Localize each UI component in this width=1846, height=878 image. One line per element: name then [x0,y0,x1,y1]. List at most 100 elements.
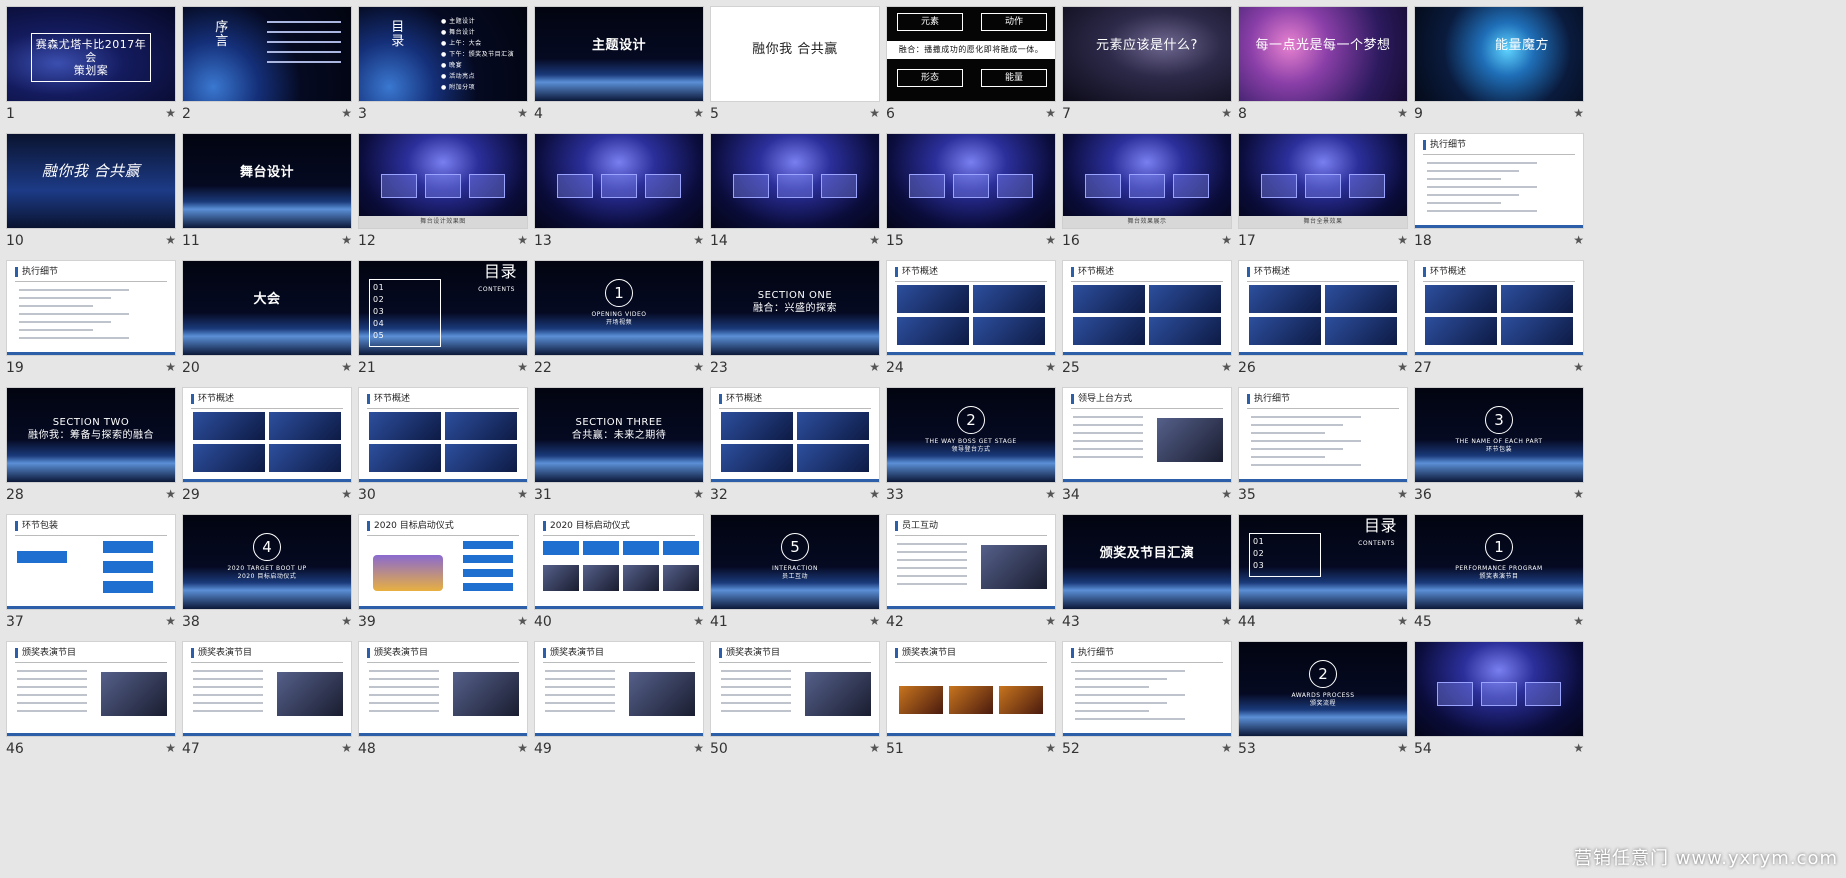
slide-cell-13[interactable]: 13 ★ [524,123,714,263]
slide-thumbnail[interactable]: 目录 ● 主题设计 ● 舞台设计 ● 上午：大会 ● 下午：颁奖及节目汇演 ● 晚宴 ● 活… [358,6,528,102]
slide-thumbnail[interactable]: 颁奖表演节目 [534,641,704,737]
slide-cell-19[interactable]: 执行细节 19 ★ [0,250,186,390]
slide-thumbnail[interactable]: 舞台设计效果图 [358,133,528,229]
slide-thumbnail[interactable]: 颁奖表演节目 [358,641,528,737]
slide-cell-34[interactable]: 领导上台方式 34 ★ [1052,377,1242,517]
slide-thumbnail[interactable]: 环节概述 [1414,260,1584,356]
slide-thumbnail[interactable]: 1 PERFORMANCE PROGRAM 颁奖表演节目 [1414,514,1584,610]
slide-cell-4[interactable]: 主题设计 4 ★ [524,0,714,136]
slide-cell-46[interactable]: 颁奖表演节目 46 ★ [0,631,186,771]
slide-cell-8[interactable]: 每一点光是每一个梦想 8 ★ [1228,0,1418,136]
slide-thumbnail[interactable]: 1 OPENING VIDEO 开场视频 [534,260,704,356]
slide-thumbnail[interactable]: 2 THE WAY BOSS GET STAGE 领导登台方式 [886,387,1056,483]
slide-thumbnail[interactable]: 2020 目标启动仪式 [358,514,528,610]
slide-cell-29[interactable]: 环节概述 29 ★ [172,377,362,517]
slide-thumbnail[interactable]: SECTION THREE 合共赢：未来之期待 [534,387,704,483]
slide-thumbnail[interactable]: 环节概述 [1238,260,1408,356]
slide-thumbnail[interactable]: 颁奖表演节目 [710,641,880,737]
slide-cell-38[interactable]: 4 2020 TARGET BOOT UP 2020 目标启动仪式 38 ★ [172,504,362,644]
slide-cell-32[interactable]: 环节概述 32 ★ [700,377,890,517]
slide-cell-11[interactable]: 舞台设计 11 ★ [172,123,362,263]
slide-thumbnail[interactable]: 颁奖表演节目 [182,641,352,737]
animation-star-icon[interactable]: ★ [1573,360,1584,374]
slide-thumbnail[interactable]: 环节包装 [6,514,176,610]
slide-cell-1[interactable]: 赛森尤塔卡比2017年会 策划案 1 ★ [0,0,186,136]
slide-thumbnail[interactable]: 颁奖及节目汇演 [1062,514,1232,610]
slide-cell-9[interactable]: 能量魔方 9 ★ [1404,0,1594,136]
slide-cell-3[interactable]: 目录 ● 主题设计 ● 舞台设计 ● 上午：大会 ● 下午：颁奖及节目汇演 ● 晚宴 ● 活… [348,0,538,136]
slide-thumbnail[interactable]: 环节概述 [358,387,528,483]
slide-cell-21[interactable]: 目录 CONTENTS 01 02 03 04 05 21 ★ [348,250,538,390]
slide-cell-51[interactable]: 颁奖表演节目 51 ★ [876,631,1066,771]
slide-thumbnail[interactable]: 员工互动 [886,514,1056,610]
slide-thumbnail[interactable]: 颁奖表演节目 [886,641,1056,737]
slide-thumbnail[interactable]: 环节概述 [886,260,1056,356]
slide-cell-16[interactable]: 舞台效果展示 16 ★ [1052,123,1242,263]
slide-thumbnail[interactable]: 执行细节 [1238,387,1408,483]
slide-cell-12[interactable]: 舞台设计效果图 12 ★ [348,123,538,263]
slide-thumbnail[interactable]: 融你我 合共赢 [710,6,880,102]
slide-thumbnail[interactable]: 元素应该是什么? [1062,6,1232,102]
slide-thumbnail[interactable]: 环节概述 [710,387,880,483]
slide-cell-10[interactable]: 融你我 合共赢 10 ★ [0,123,186,263]
slide-cell-42[interactable]: 员工互动 42 ★ [876,504,1066,644]
animation-star-icon[interactable]: ★ [1573,487,1584,501]
slide-thumbnail[interactable]: SECTION TWO 融你我：筹备与探索的融合 [6,387,176,483]
slide-cell-48[interactable]: 颁奖表演节目 48 ★ [348,631,538,771]
slide-thumbnail[interactable]: 主题设计 [534,6,704,102]
slide-thumbnail[interactable] [710,133,880,229]
slide-cell-22[interactable]: 1 OPENING VIDEO 开场视频 22 ★ [524,250,714,390]
slide-cell-44[interactable]: 目录 CONTENTS 01 02 03 44 ★ [1228,504,1418,644]
slide-thumbnail[interactable]: 赛森尤塔卡比2017年会 策划案 [6,6,176,102]
slide-cell-18[interactable]: 执行细节 18 ★ [1404,123,1594,263]
slide-cell-50[interactable]: 颁奖表演节目 50 ★ [700,631,890,771]
slide-thumbnail[interactable]: 舞台全景效果 [1238,133,1408,229]
slide-thumbnail[interactable]: 5 INTERACTION 员工互动 [710,514,880,610]
slide-thumbnail[interactable]: 每一点光是每一个梦想 [1238,6,1408,102]
slide-cell-30[interactable]: 环节概述 30 ★ [348,377,538,517]
slide-thumbnail[interactable]: 融你我 合共赢 [6,133,176,229]
slide-thumbnail[interactable]: 大会 [182,260,352,356]
slide-thumbnail[interactable]: 领导上台方式 [1062,387,1232,483]
slide-thumbnail[interactable]: 目录 CONTENTS 01 02 03 [1238,514,1408,610]
slide-cell-14[interactable]: 14 ★ [700,123,890,263]
slide-thumbnail[interactable]: 环节概述 [1062,260,1232,356]
slide-cell-23[interactable]: SECTION ONE 融合：兴盛的探索 23 ★ [700,250,890,390]
slide-cell-15[interactable]: 15 ★ [876,123,1066,263]
slide-thumbnail[interactable]: 颁奖表演节目 [6,641,176,737]
slide-cell-53[interactable]: 2 AWARDS PROCESS 颁奖流程 53 ★ [1228,631,1418,771]
slide-thumbnail[interactable]: 目录 CONTENTS 01 02 03 04 05 [358,260,528,356]
slide-thumbnail[interactable]: 3 THE NAME OF EACH PART 环节包装 [1414,387,1584,483]
slide-thumbnail[interactable]: 能量魔方 [1414,6,1584,102]
slide-cell-7[interactable]: 元素应该是什么? 7 ★ [1052,0,1242,136]
slide-cell-25[interactable]: 环节概述 25 ★ [1052,250,1242,390]
slide-thumbnail[interactable] [534,133,704,229]
slide-cell-43[interactable]: 颁奖及节目汇演 43 ★ [1052,504,1242,644]
animation-star-icon[interactable]: ★ [1573,233,1584,247]
slide-thumbnail[interactable]: 元素 动作 形态 能量 融合：播撒成功的愿化即将融成一体。 [886,6,1056,102]
slide-cell-39[interactable]: 2020 目标启动仪式 39 ★ [348,504,538,644]
slide-cell-36[interactable]: 3 THE NAME OF EACH PART 环节包装 36 ★ [1404,377,1594,517]
slide-cell-49[interactable]: 颁奖表演节目 49 ★ [524,631,714,771]
slide-cell-17[interactable]: 舞台全景效果 17 ★ [1228,123,1418,263]
slide-thumbnail[interactable]: 执行细节 [1414,133,1584,229]
slide-cell-20[interactable]: 大会 20 ★ [172,250,362,390]
slide-cell-5[interactable]: 融你我 合共赢 5 ★ [700,0,890,136]
slide-cell-2[interactable]: 序言 2 ★ [172,0,362,136]
slide-cell-40[interactable]: 2020 目标启动仪式 40 ★ [524,504,714,644]
slide-cell-47[interactable]: 颁奖表演节目 47 ★ [172,631,362,771]
slide-cell-35[interactable]: 执行细节 35 ★ [1228,377,1418,517]
slide-thumbnail[interactable]: SECTION ONE 融合：兴盛的探索 [710,260,880,356]
slide-cell-52[interactable]: 执行细节 52 ★ [1052,631,1242,771]
slide-cell-41[interactable]: 5 INTERACTION 员工互动 41 ★ [700,504,890,644]
animation-star-icon[interactable]: ★ [1573,614,1584,628]
slide-thumbnail[interactable]: 环节概述 [182,387,352,483]
slide-thumbnail[interactable]: 舞台设计 [182,133,352,229]
slide-cell-54[interactable]: 54 ★ [1404,631,1594,771]
animation-star-icon[interactable]: ★ [1573,106,1584,120]
slide-cell-6[interactable]: 元素 动作 形态 能量 融合：播撒成功的愿化即将融成一体。 6 ★ [876,0,1066,136]
slide-thumbnail[interactable]: 4 2020 TARGET BOOT UP 2020 目标启动仪式 [182,514,352,610]
slide-thumbnail[interactable]: 执行细节 [1062,641,1232,737]
slide-thumbnail[interactable]: 执行细节 [6,260,176,356]
slide-cell-24[interactable]: 环节概述 24 ★ [876,250,1066,390]
